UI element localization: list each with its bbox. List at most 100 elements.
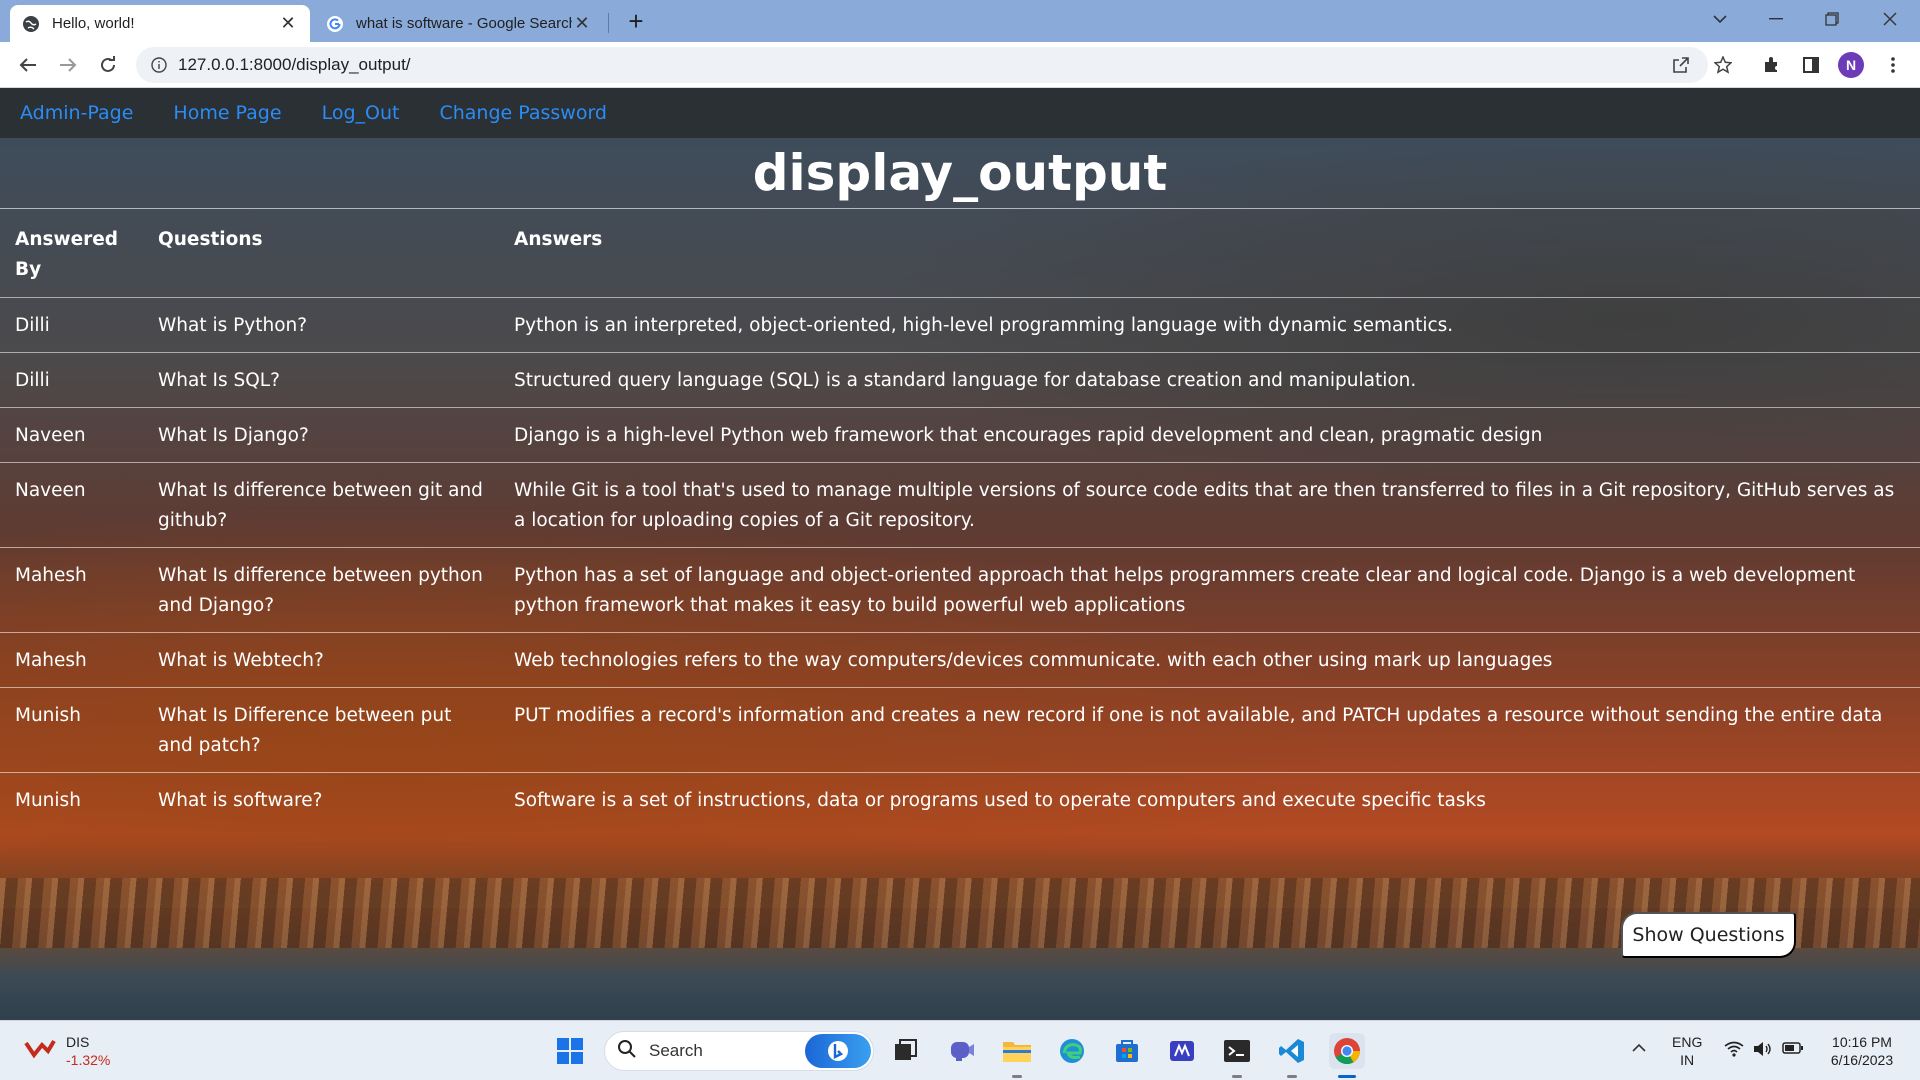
stock-change: -1.32%	[66, 1052, 111, 1068]
site-info-icon[interactable]	[150, 56, 168, 74]
question-cell: What Is difference between git and githu…	[143, 462, 499, 548]
app-icon[interactable]	[1164, 1033, 1200, 1069]
answered-by-cell: Munish	[0, 772, 143, 827]
answer-cell: Python has a set of language and object-…	[499, 547, 1920, 633]
answered-by-cell: Naveen	[0, 407, 143, 463]
region-code: IN	[1680, 1052, 1695, 1068]
answer-cell: While Git is a tool that's used to manag…	[499, 462, 1920, 548]
back-arrow-icon[interactable]	[12, 50, 44, 80]
show-hidden-icons-chevron-icon[interactable]	[1632, 1039, 1646, 1057]
teams-icon[interactable]	[944, 1033, 980, 1069]
close-tab-icon[interactable]: ✕	[572, 13, 592, 34]
page-title: display_output	[752, 144, 1168, 202]
language-code: ENG	[1672, 1034, 1703, 1050]
close-window-icon[interactable]	[1872, 4, 1908, 34]
tab-google-search[interactable]: what is software - Google Search ✕	[314, 5, 604, 42]
question-cell: What Is Django?	[143, 407, 499, 463]
show-questions-button[interactable]: Show Questions	[1621, 912, 1796, 958]
terminal-icon[interactable]	[1219, 1033, 1255, 1069]
table-header-row: Answered By Questions Answers	[0, 208, 1920, 298]
search-label: Search	[649, 1041, 703, 1060]
edge-icon[interactable]	[1054, 1033, 1090, 1069]
side-panel-icon[interactable]	[1796, 50, 1826, 80]
table-row: Dilli What Is SQL? Structured query lang…	[0, 352, 1920, 408]
table-row: Naveen What Is Django? Django is a high-…	[0, 407, 1920, 463]
battery-icon[interactable]	[1782, 1041, 1804, 1059]
bing-icon[interactable]	[805, 1034, 871, 1068]
tab-hello-world[interactable]: Hello, world! ✕	[10, 5, 310, 42]
answer-cell: Python is an interpreted, object-oriente…	[499, 297, 1920, 353]
answered-by-cell: Dilli	[0, 297, 143, 353]
table-row: Munish What is software? Software is a s…	[0, 772, 1920, 827]
answer-cell: Structured query language (SQL) is a sta…	[499, 352, 1920, 408]
minimize-icon[interactable]	[1758, 4, 1794, 34]
nav-home-page[interactable]: Home Page	[173, 102, 281, 124]
table-row: Munish What Is Difference between put an…	[0, 687, 1920, 773]
table-row: Dilli What is Python? Python is an inter…	[0, 297, 1920, 353]
address-bar[interactable]: 127.0.0.1:8000/display_output/	[136, 47, 1708, 83]
reload-icon[interactable]	[92, 50, 124, 80]
windows-start-icon[interactable]	[552, 1033, 588, 1069]
question-cell: What Is SQL?	[143, 352, 499, 408]
question-cell: What is Python?	[143, 297, 499, 353]
language-indicator[interactable]: ENG IN	[1672, 1033, 1702, 1069]
answered-by-cell: Munish	[0, 687, 143, 773]
qa-table: Answered By Questions Answers Dilli What…	[0, 208, 1920, 827]
volume-icon[interactable]	[1752, 1041, 1772, 1061]
store-icon[interactable]	[1109, 1033, 1145, 1069]
browser-toolbar: 127.0.0.1:8000/display_output/ N	[0, 42, 1920, 88]
nav-change-password[interactable]: Change Password	[439, 102, 607, 124]
answer-cell: Django is a high-level Python web framew…	[499, 407, 1920, 463]
answer-cell: Software is a set of instructions, data …	[499, 772, 1920, 827]
table-row: Mahesh What is Webtech? Web technologies…	[0, 632, 1920, 688]
search-icon	[617, 1039, 637, 1064]
new-tab-button[interactable]: +	[622, 6, 650, 36]
stock-ticker: DIS	[66, 1034, 90, 1050]
app-running-indicator	[1232, 1075, 1242, 1078]
answered-by-cell: Dilli	[0, 352, 143, 408]
header-questions: Questions	[143, 208, 499, 298]
file-explorer-icon[interactable]	[999, 1033, 1035, 1069]
tab-search-chevron-icon[interactable]	[1702, 4, 1738, 34]
clock-date: 6/16/2023	[1830, 1052, 1894, 1068]
bookmark-star-icon[interactable]	[1708, 50, 1738, 80]
taskbar-search-box[interactable]: Search	[604, 1031, 874, 1071]
tab-title: Hello, world!	[52, 15, 135, 32]
nav-log-out[interactable]: Log_Out	[322, 102, 400, 124]
google-icon	[326, 15, 344, 33]
app-active-indicator	[1338, 1075, 1356, 1078]
windows-taskbar: DIS -1.32% Search ENG IN 10:16 PM 6/16/2…	[0, 1020, 1920, 1080]
answer-cell: Web technologies refers to the way compu…	[499, 632, 1920, 688]
question-cell: What is software?	[143, 772, 499, 827]
tab-separator	[608, 13, 609, 33]
question-cell: What Is Difference between put and patch…	[143, 687, 499, 773]
question-cell: What Is difference between python and Dj…	[143, 547, 499, 633]
wifi-icon[interactable]	[1724, 1041, 1744, 1061]
chrome-icon[interactable]	[1329, 1033, 1365, 1069]
clock-time: 10:16 PM	[1832, 1034, 1892, 1050]
table-row: Mahesh What Is difference between python…	[0, 547, 1920, 633]
answered-by-cell: Naveen	[0, 462, 143, 548]
browser-menu-icon[interactable]	[1878, 50, 1908, 80]
task-view-icon[interactable]	[888, 1033, 924, 1069]
page-viewport: Admin-Page Home Page Log_Out Change Pass…	[0, 88, 1920, 1020]
browser-tab-bar: Hello, world! ✕ what is software - Googl…	[0, 0, 1920, 42]
url-text: 127.0.0.1:8000/display_output/	[178, 55, 411, 74]
stock-chart-icon	[24, 1037, 56, 1066]
close-tab-icon[interactable]: ✕	[278, 13, 298, 34]
profile-avatar[interactable]: N	[1838, 52, 1864, 78]
site-navbar: Admin-Page Home Page Log_Out Change Pass…	[0, 88, 1920, 138]
answered-by-cell: Mahesh	[0, 547, 143, 633]
restore-icon[interactable]	[1814, 4, 1850, 34]
app-running-indicator	[1012, 1075, 1022, 1078]
header-answered-by: Answered By	[0, 208, 143, 298]
clock[interactable]: 10:16 PM 6/16/2023	[1826, 1033, 1898, 1069]
share-icon[interactable]	[1666, 50, 1696, 80]
extensions-icon[interactable]	[1756, 50, 1786, 80]
vscode-icon[interactable]	[1274, 1033, 1310, 1069]
forward-arrow-icon[interactable]	[52, 50, 84, 80]
globe-icon	[22, 15, 40, 33]
nav-admin-page[interactable]: Admin-Page	[20, 102, 133, 124]
header-answers: Answers	[499, 208, 1920, 298]
stock-widget[interactable]: DIS -1.32%	[24, 1033, 110, 1069]
